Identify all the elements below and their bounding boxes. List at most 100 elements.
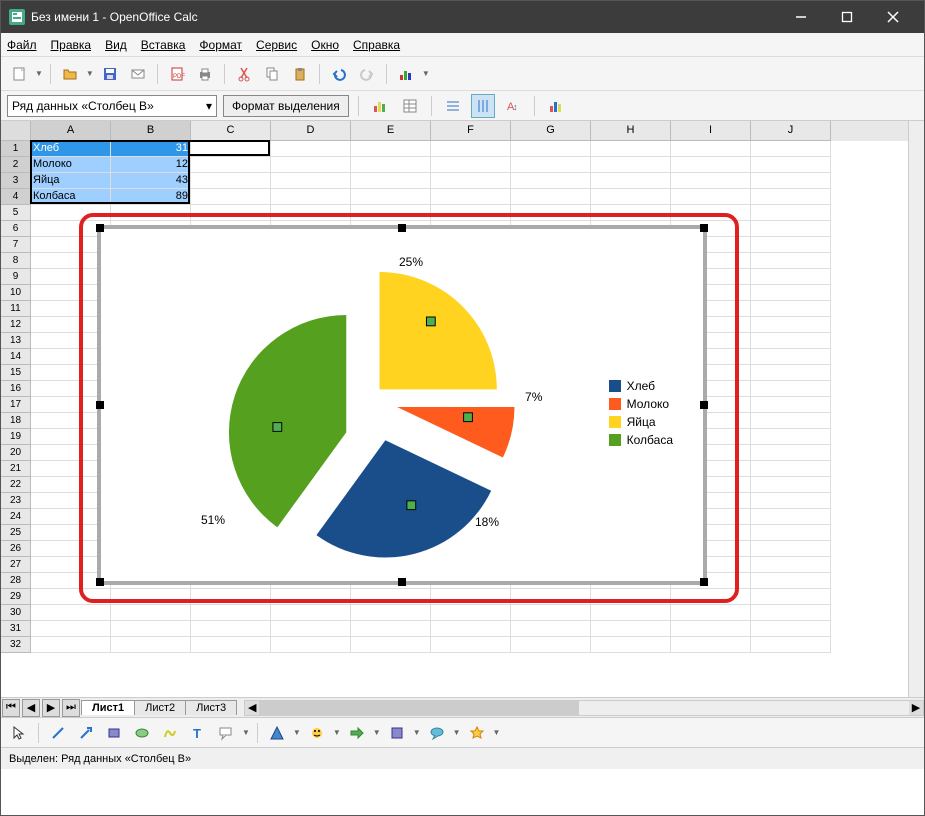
row-header[interactable]: 25 <box>1 525 31 541</box>
row-header[interactable]: 15 <box>1 365 31 381</box>
cell[interactable] <box>591 605 671 621</box>
tab-last-button[interactable]: ⏭ <box>62 699 80 717</box>
cell[interactable] <box>271 157 351 173</box>
arrow-tool[interactable] <box>74 721 98 745</box>
cell[interactable] <box>511 141 591 157</box>
cell[interactable] <box>351 173 431 189</box>
row-header[interactable]: 6 <box>1 221 31 237</box>
chart-button[interactable] <box>394 62 418 86</box>
format-selection-button[interactable]: Формат выделения <box>223 95 349 117</box>
cell[interactable] <box>671 141 751 157</box>
cell[interactable] <box>431 205 511 221</box>
row-header[interactable]: 32 <box>1 637 31 653</box>
cell[interactable] <box>431 173 511 189</box>
cell[interactable] <box>31 637 111 653</box>
cell[interactable] <box>191 157 271 173</box>
cell[interactable] <box>591 589 671 605</box>
pie-slice-bread[interactable] <box>316 440 491 557</box>
row-header[interactable]: 26 <box>1 541 31 557</box>
pdf-button[interactable]: PDF <box>165 62 189 86</box>
cell[interactable] <box>351 621 431 637</box>
row-header[interactable]: 17 <box>1 397 31 413</box>
cell[interactable] <box>511 205 591 221</box>
row-header[interactable]: 13 <box>1 333 31 349</box>
print-button[interactable] <box>193 62 217 86</box>
row-header[interactable]: 18 <box>1 413 31 429</box>
row-header[interactable]: 2 <box>1 157 31 173</box>
cell[interactable] <box>751 285 831 301</box>
row-header[interactable]: 20 <box>1 445 31 461</box>
row-header[interactable]: 12 <box>1 317 31 333</box>
cell[interactable] <box>751 573 831 589</box>
cell[interactable] <box>191 621 271 637</box>
row-header[interactable]: 10 <box>1 285 31 301</box>
cell[interactable] <box>751 637 831 653</box>
row-header[interactable]: 28 <box>1 573 31 589</box>
cell[interactable] <box>751 589 831 605</box>
close-button[interactable] <box>870 1 916 33</box>
vertical-scrollbar[interactable] <box>908 121 924 697</box>
ellipse-tool[interactable] <box>130 721 154 745</box>
grid-v-button[interactable] <box>471 94 495 118</box>
data-series-combo[interactable]: Ряд данных «Столбец B» ▾ <box>7 95 217 117</box>
cell[interactable] <box>191 605 271 621</box>
callout-tool[interactable] <box>214 721 238 745</box>
cut-button[interactable] <box>232 62 256 86</box>
row-header[interactable]: 5 <box>1 205 31 221</box>
cell[interactable] <box>511 189 591 205</box>
cell[interactable] <box>271 141 351 157</box>
cell[interactable] <box>31 589 111 605</box>
cell[interactable] <box>191 637 271 653</box>
text-tool[interactable]: T <box>186 721 210 745</box>
row-header[interactable]: 29 <box>1 589 31 605</box>
axis-button[interactable]: A↕ <box>501 94 525 118</box>
row-header[interactable]: 24 <box>1 509 31 525</box>
column-header[interactable]: A <box>31 121 111 141</box>
cell[interactable] <box>111 605 191 621</box>
cell[interactable] <box>751 381 831 397</box>
cell[interactable] <box>751 413 831 429</box>
cell[interactable]: 89 <box>111 189 191 205</box>
sheet-tab[interactable]: Лист3 <box>185 700 237 715</box>
cell[interactable] <box>351 605 431 621</box>
symbol-shapes-tool[interactable] <box>305 721 329 745</box>
cell[interactable] <box>351 589 431 605</box>
cell[interactable] <box>511 173 591 189</box>
cell[interactable]: Хлеб <box>31 141 111 157</box>
row-header[interactable]: 4 <box>1 189 31 205</box>
data-table-button[interactable] <box>398 94 422 118</box>
cell[interactable] <box>751 301 831 317</box>
menu-file[interactable]: Файл <box>7 38 37 52</box>
pie-slice-kolbasa[interactable] <box>229 315 346 527</box>
cell[interactable] <box>751 317 831 333</box>
cell[interactable] <box>351 141 431 157</box>
cell[interactable] <box>271 621 351 637</box>
column-header[interactable]: G <box>511 121 591 141</box>
column-header[interactable]: E <box>351 121 431 141</box>
cell[interactable] <box>511 589 591 605</box>
stars-tool[interactable] <box>465 721 489 745</box>
cell[interactable] <box>751 141 831 157</box>
cell[interactable] <box>191 141 271 157</box>
cell[interactable] <box>591 205 671 221</box>
cell[interactable] <box>671 605 751 621</box>
cell[interactable] <box>751 253 831 269</box>
cell[interactable] <box>751 157 831 173</box>
menu-insert[interactable]: Вставка <box>141 38 186 52</box>
line-tool[interactable] <box>46 721 70 745</box>
row-header[interactable]: 31 <box>1 621 31 637</box>
cell[interactable] <box>671 173 751 189</box>
cell[interactable]: 12 <box>111 157 191 173</box>
cell[interactable] <box>671 157 751 173</box>
cell[interactable] <box>751 189 831 205</box>
select-tool[interactable] <box>7 721 31 745</box>
cell[interactable]: 43 <box>111 173 191 189</box>
sheet-tab[interactable]: Лист1 <box>81 700 135 715</box>
sheet-tab[interactable]: Лист2 <box>134 700 186 715</box>
open-button[interactable] <box>58 62 82 86</box>
select-all-corner[interactable] <box>1 121 31 141</box>
column-header[interactable]: C <box>191 121 271 141</box>
horizontal-scrollbar[interactable]: ◀ ▶ <box>244 700 924 716</box>
spreadsheet-area[interactable]: ABCDEFGHIJ 12345678910111213141516171819… <box>1 121 924 697</box>
cell[interactable] <box>591 637 671 653</box>
